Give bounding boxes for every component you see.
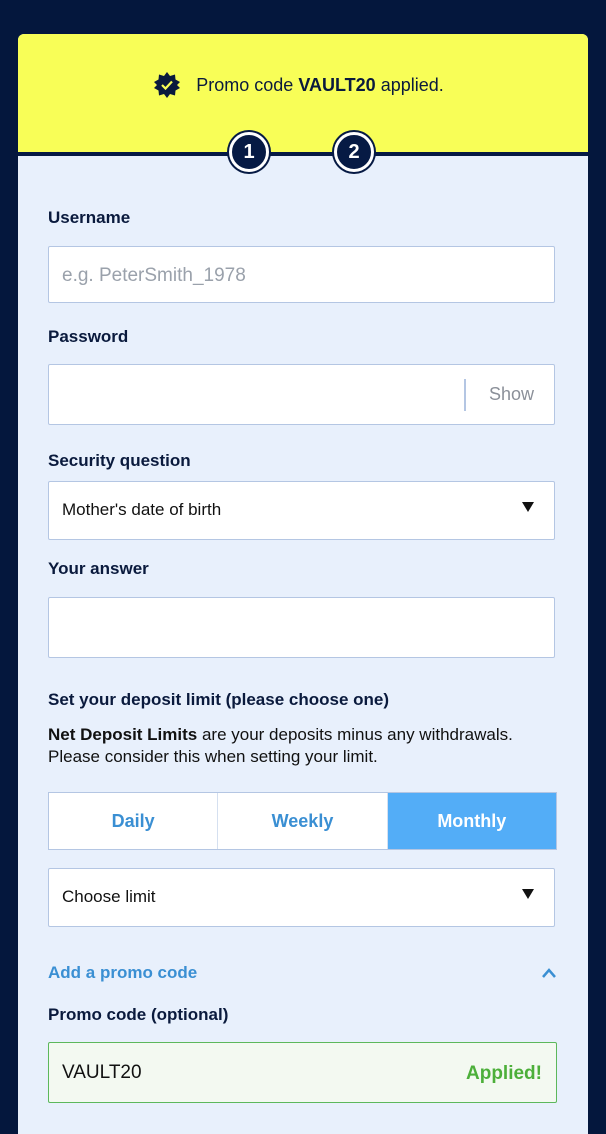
chevron-up-icon[interactable] — [542, 966, 556, 980]
promo-banner-suffix: applied. — [380, 74, 444, 95]
security-question-label: Security question — [48, 451, 191, 470]
step-1-indicator: 1 — [229, 132, 269, 172]
promo-banner-code: VAULT20 — [298, 74, 376, 95]
promo-banner-prefix: Promo code — [196, 74, 294, 95]
promo-code-label: Promo code (optional) — [48, 1005, 229, 1024]
promo-banner-row: Promo code VAULT20 applied. — [18, 72, 588, 98]
step-2-number: 2 — [348, 140, 360, 163]
add-promo-code-toggle[interactable]: Add a promo code — [48, 963, 197, 983]
show-divider — [464, 379, 466, 411]
security-question-select[interactable]: Mother's date of birth — [48, 481, 555, 540]
promo-banner-text: Promo code VAULT20 applied. — [196, 75, 444, 96]
dropdown-arrow-icon — [522, 502, 534, 512]
step-2-indicator: 2 — [334, 132, 374, 172]
deposit-period-tabs: Daily Weekly Monthly — [48, 792, 557, 850]
promo-applied-status: Applied! — [466, 1063, 542, 1084]
deposit-limit-desc-bold: Net Deposit Limits — [48, 725, 198, 744]
dropdown-arrow-icon — [522, 889, 534, 899]
username-label: Username — [48, 208, 131, 227]
tab-monthly[interactable]: Monthly — [386, 793, 556, 849]
username-placeholder: e.g. PeterSmith_1978 — [62, 265, 246, 286]
step-1-number: 1 — [243, 140, 255, 163]
promo-banner: Promo code VAULT20 applied. — [18, 34, 588, 156]
deposit-limit-description: Net Deposit Limits are your deposits min… — [48, 724, 558, 768]
security-question-value: Mother's date of birth — [62, 500, 222, 519]
username-input[interactable]: e.g. PeterSmith_1978 — [48, 246, 555, 303]
your-answer-label: Your answer — [48, 559, 149, 578]
deposit-limit-select[interactable]: Choose limit — [48, 868, 555, 927]
your-answer-input[interactable] — [48, 597, 555, 658]
registration-card: Promo code VAULT20 applied. 1 2 Username… — [18, 34, 588, 1134]
password-label: Password — [48, 327, 129, 346]
show-password-button[interactable]: Show — [489, 384, 534, 405]
password-input[interactable]: Show — [48, 364, 555, 425]
tab-weekly[interactable]: Weekly — [217, 793, 386, 849]
promo-code-value: VAULT20 — [62, 1062, 142, 1083]
promo-code-input[interactable]: VAULT20 Applied! — [48, 1042, 557, 1103]
tab-daily[interactable]: Daily — [49, 793, 217, 849]
deposit-limit-value: Choose limit — [62, 887, 156, 906]
verified-badge-icon — [154, 72, 181, 98]
deposit-limit-heading: Set your deposit limit (please choose on… — [48, 690, 390, 709]
